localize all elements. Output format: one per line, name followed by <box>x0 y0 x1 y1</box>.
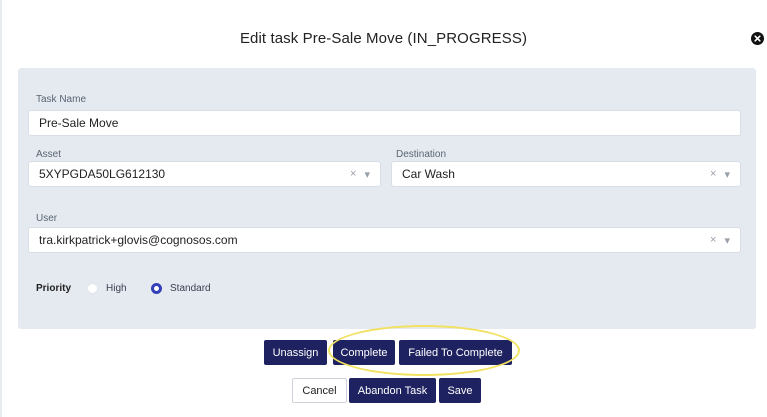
dialog-title: Edit task Pre-Sale Move (IN_PROGRESS) <box>239 30 528 47</box>
edit-task-modal: Edit task Pre-Sale Move (IN_PROGRESS) Ta… <box>0 0 767 417</box>
chevron-down-icon[interactable]: ▾ <box>724 234 730 247</box>
close-icon[interactable] <box>751 32 764 45</box>
task-name-label: Task Name <box>36 94 87 105</box>
clear-x-icon[interactable]: × <box>710 168 716 180</box>
priority-high-label[interactable]: High <box>106 283 127 294</box>
destination-value: Car Wash <box>402 167 455 181</box>
task-name-value: Pre-Sale Move <box>39 116 119 130</box>
user-select[interactable]: tra.kirkpatrick+glovis@cognosos.com × ▾ <box>28 227 741 253</box>
chevron-down-icon[interactable]: ▾ <box>364 168 370 181</box>
destination-label: Destination <box>396 149 447 160</box>
complete-button[interactable]: Complete <box>333 340 395 365</box>
chevron-down-icon[interactable]: ▾ <box>724 168 730 181</box>
failed-to-complete-button[interactable]: Failed To Complete <box>399 340 512 365</box>
unassign-button[interactable]: Unassign <box>264 340 327 365</box>
asset-select[interactable]: 5XYPGDA50LG612130 × ▾ <box>28 161 381 187</box>
priority-standard-label[interactable]: Standard <box>170 283 211 294</box>
user-value: tra.kirkpatrick+glovis@cognosos.com <box>39 233 238 247</box>
user-label: User <box>36 213 58 224</box>
cancel-button[interactable]: Cancel <box>292 378 347 403</box>
priority-label: Priority <box>36 283 72 294</box>
modal-edge <box>0 0 2 417</box>
asset-value: 5XYPGDA50LG612130 <box>39 167 166 181</box>
save-button[interactable]: Save <box>439 378 481 403</box>
task-form-panel <box>18 68 756 329</box>
task-name-input[interactable]: Pre-Sale Move <box>28 110 741 136</box>
destination-select[interactable]: Car Wash × ▾ <box>391 161 741 187</box>
clear-x-icon[interactable]: × <box>710 234 716 246</box>
asset-label: Asset <box>36 149 62 160</box>
priority-high-radio[interactable] <box>87 283 98 294</box>
clear-x-icon[interactable]: × <box>350 168 356 180</box>
abandon-task-button[interactable]: Abandon Task <box>349 378 436 403</box>
priority-standard-radio[interactable] <box>151 283 162 294</box>
